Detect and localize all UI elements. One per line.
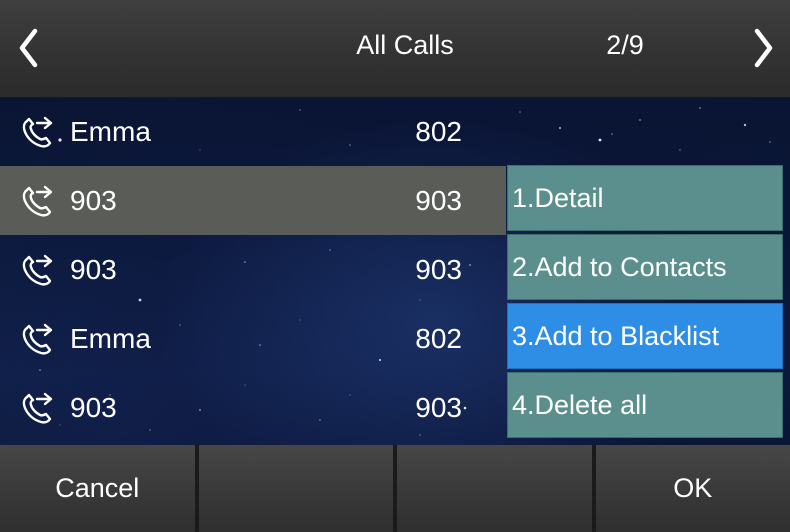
cancel-button[interactable]: Cancel [0, 445, 199, 532]
call-list-item[interactable]: 903 903 [0, 373, 506, 442]
softkey-bar: Cancel OK [0, 445, 790, 532]
call-number: 903 [415, 254, 462, 285]
chevron-right-icon[interactable] [744, 26, 784, 70]
softkey-3[interactable] [397, 445, 596, 532]
title-bar: All Calls 2/9 [0, 0, 790, 98]
call-name: 903 [70, 254, 117, 285]
softkey-2[interactable] [198, 445, 397, 532]
call-number: 802 [415, 116, 462, 147]
chevron-left-icon[interactable] [8, 26, 48, 70]
menu-item-detail[interactable]: 1.Detail [507, 165, 783, 231]
outgoing-call-icon [22, 254, 53, 286]
outgoing-call-icon [22, 392, 53, 424]
call-list-item-selected[interactable]: 903 903 [0, 166, 506, 235]
call-list-item[interactable]: 903 903 [0, 235, 506, 304]
option-menu: 1.Detail 2.Add to Contacts 3.Add to Blac… [507, 165, 783, 441]
menu-item-add-to-blacklist[interactable]: 3.Add to Blacklist [507, 303, 783, 369]
call-name: Emma [70, 116, 151, 147]
call-name: Emma [70, 323, 151, 354]
page-title: All Calls [356, 30, 454, 60]
menu-item-delete-all[interactable]: 4.Delete all [507, 372, 783, 438]
call-number: 903 [415, 185, 462, 216]
outgoing-call-icon [22, 185, 53, 217]
call-list-item[interactable]: Emma 802 [0, 97, 506, 166]
outgoing-call-icon [22, 323, 53, 355]
call-number: 802 [415, 323, 462, 354]
call-number: 903 [415, 392, 462, 423]
phone-screen: All Calls 2/9 Emma 802 903 903 903 903 E… [0, 0, 790, 532]
call-name: 903 [70, 392, 117, 423]
page-indicator: 2/9 [606, 30, 644, 60]
menu-item-add-to-contacts[interactable]: 2.Add to Contacts [507, 234, 783, 300]
call-name: 903 [70, 185, 117, 216]
ok-button[interactable]: OK [595, 445, 790, 532]
call-list-item[interactable]: Emma 802 [0, 304, 506, 373]
call-list: Emma 802 903 903 903 903 Emma 802 903 90… [0, 97, 506, 442]
outgoing-call-icon [22, 116, 53, 148]
